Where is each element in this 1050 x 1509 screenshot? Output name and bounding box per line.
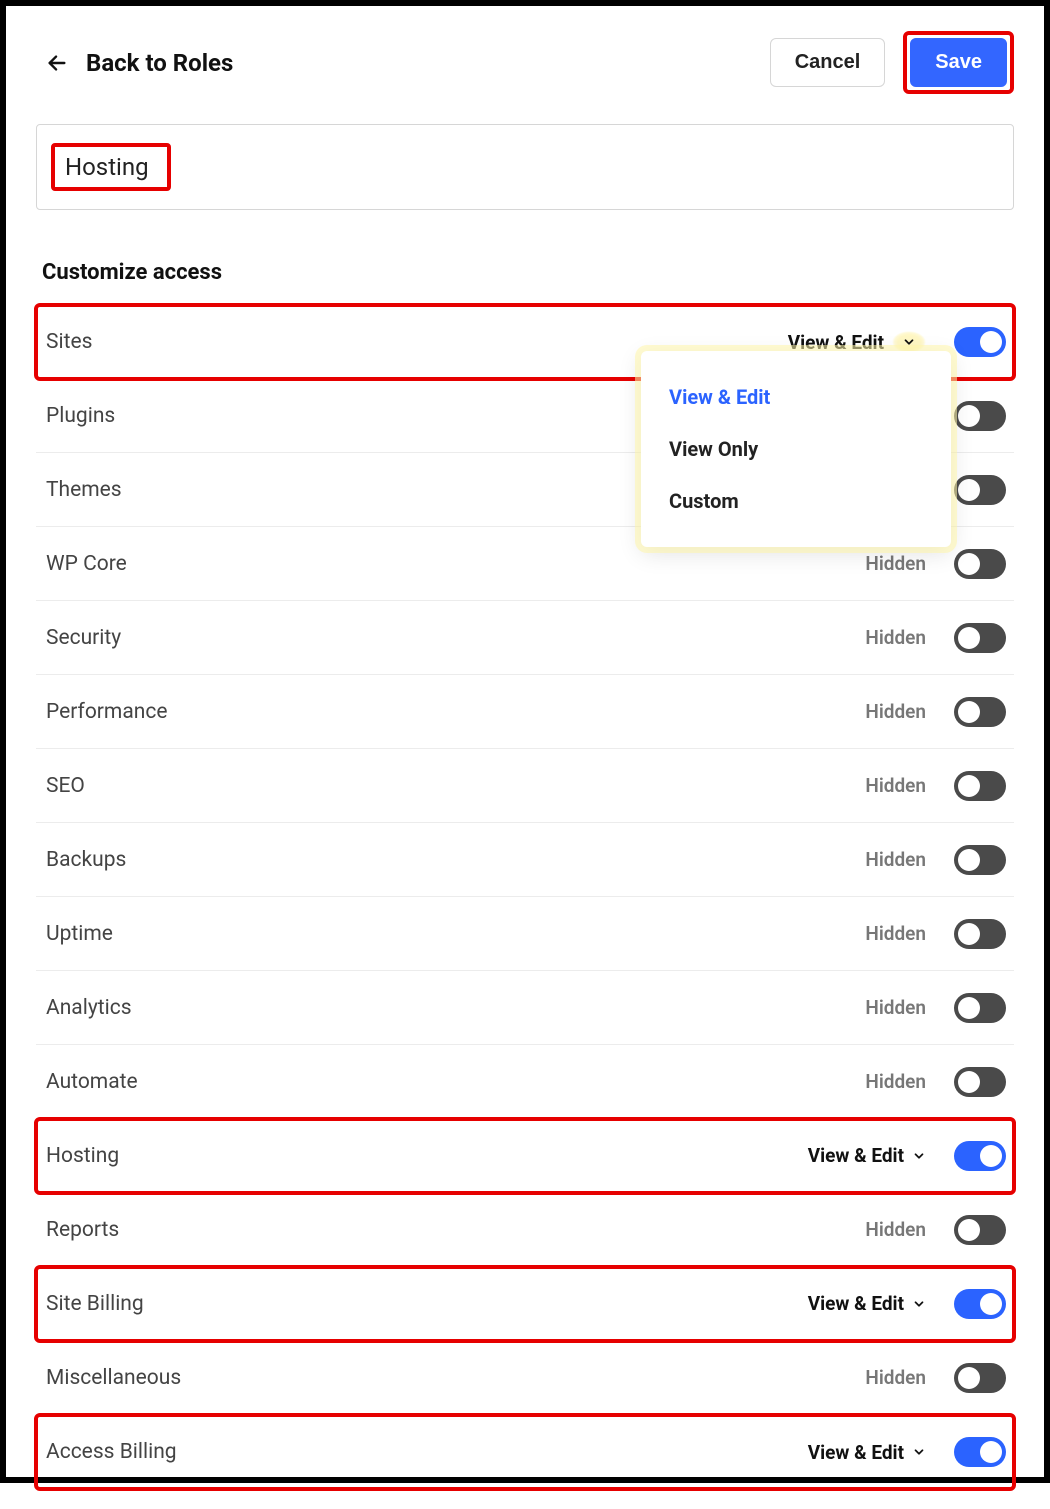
chevron-down-icon xyxy=(902,335,916,349)
row-label: Access Billing xyxy=(46,1440,177,1464)
row-label: Hosting xyxy=(46,1144,119,1168)
access-level-value: View & Edit xyxy=(808,1441,904,1464)
toggle-sites[interactable] xyxy=(954,327,1006,357)
row-label: Security xyxy=(46,626,121,650)
row-analytics: Analytics Hidden xyxy=(36,971,1014,1045)
access-level-value: Hidden xyxy=(865,848,926,871)
access-level-value: Hidden xyxy=(865,700,926,723)
access-level-value: Hidden xyxy=(865,1366,926,1389)
access-level-value: Hidden xyxy=(865,552,926,575)
row-label: SEO xyxy=(46,774,85,798)
chevron-down-icon xyxy=(912,1297,926,1311)
toggle-themes[interactable] xyxy=(954,475,1006,505)
row-label: Automate xyxy=(46,1070,138,1094)
access-level-dropdown[interactable]: View & Edit xyxy=(808,1292,926,1315)
page-container: Back to Roles Cancel Save Hosting Custom… xyxy=(6,6,1044,1509)
row-label: WP Core xyxy=(46,552,127,576)
save-highlight: Save xyxy=(903,31,1014,94)
toggle-security[interactable] xyxy=(954,623,1006,653)
chevron-down-icon xyxy=(912,1149,926,1163)
toggle-miscellaneous[interactable] xyxy=(954,1363,1006,1393)
toggle-access-billing[interactable] xyxy=(954,1437,1006,1467)
role-name-value: Hosting xyxy=(65,153,149,181)
row-access-billing: Access Billing View & Edit xyxy=(36,1415,1014,1489)
toggle-wpcore[interactable] xyxy=(954,549,1006,579)
toggle-plugins[interactable] xyxy=(954,401,1006,431)
access-level-value: View & Edit xyxy=(808,1292,904,1315)
row-performance: Performance Hidden xyxy=(36,675,1014,749)
menu-item-view-edit[interactable]: View & Edit xyxy=(641,371,951,423)
access-level-value: View & Edit xyxy=(808,1144,904,1167)
dropdown-chip xyxy=(892,331,926,353)
access-level-dropdown[interactable]: View & Edit xyxy=(808,1144,926,1167)
header-bar: Back to Roles Cancel Save xyxy=(36,31,1014,124)
row-uptime: Uptime Hidden xyxy=(36,897,1014,971)
row-label: Miscellaneous xyxy=(46,1366,181,1390)
toggle-backups[interactable] xyxy=(954,845,1006,875)
cancel-button[interactable]: Cancel xyxy=(770,38,886,87)
toggle-seo[interactable] xyxy=(954,771,1006,801)
toggle-uptime[interactable] xyxy=(954,919,1006,949)
role-name-highlight: Hosting xyxy=(51,143,171,191)
row-security: Security Hidden xyxy=(36,601,1014,675)
access-level-value: Hidden xyxy=(865,774,926,797)
back-label: Back to Roles xyxy=(86,49,233,77)
row-label: Performance xyxy=(46,700,167,724)
row-label: Site Billing xyxy=(46,1292,144,1316)
menu-item-custom[interactable]: Custom xyxy=(641,475,951,527)
row-seo: SEO Hidden xyxy=(36,749,1014,823)
row-label: Reports xyxy=(46,1218,119,1242)
access-level-value: Hidden xyxy=(865,996,926,1019)
back-to-roles-link[interactable]: Back to Roles xyxy=(46,49,233,77)
row-miscellaneous: Miscellaneous Hidden xyxy=(36,1341,1014,1415)
toggle-automate[interactable] xyxy=(954,1067,1006,1097)
toggle-site-billing[interactable] xyxy=(954,1289,1006,1319)
access-level-value: Hidden xyxy=(865,922,926,945)
row-label: Sites xyxy=(46,330,92,354)
toggle-analytics[interactable] xyxy=(954,993,1006,1023)
menu-item-view-only[interactable]: View Only xyxy=(641,423,951,475)
save-button[interactable]: Save xyxy=(910,38,1007,87)
row-label: Analytics xyxy=(46,996,132,1020)
row-hosting: Hosting View & Edit xyxy=(36,1119,1014,1193)
access-level-value: Hidden xyxy=(865,1070,926,1093)
arrow-left-icon xyxy=(46,52,68,74)
role-name-input[interactable]: Hosting xyxy=(36,124,1014,210)
row-backups: Backups Hidden xyxy=(36,823,1014,897)
header-actions: Cancel Save xyxy=(770,31,1014,94)
row-label: Plugins xyxy=(46,404,115,428)
row-reports: Reports Hidden xyxy=(36,1193,1014,1267)
toggle-performance[interactable] xyxy=(954,697,1006,727)
access-level-value: Hidden xyxy=(865,1218,926,1241)
access-level-menu: View & Edit View Only Custom xyxy=(641,351,951,547)
row-site-billing: Site Billing View & Edit xyxy=(36,1267,1014,1341)
section-title: Customize access xyxy=(36,260,1014,305)
toggle-reports[interactable] xyxy=(954,1215,1006,1245)
row-automate: Automate Hidden xyxy=(36,1045,1014,1119)
row-label: Uptime xyxy=(46,922,113,946)
access-level-value: Hidden xyxy=(865,626,926,649)
toggle-hosting[interactable] xyxy=(954,1141,1006,1171)
row-label: Themes xyxy=(46,478,122,502)
chevron-down-icon xyxy=(912,1445,926,1459)
row-label: Backups xyxy=(46,848,126,872)
access-level-dropdown[interactable]: View & Edit xyxy=(808,1441,926,1464)
